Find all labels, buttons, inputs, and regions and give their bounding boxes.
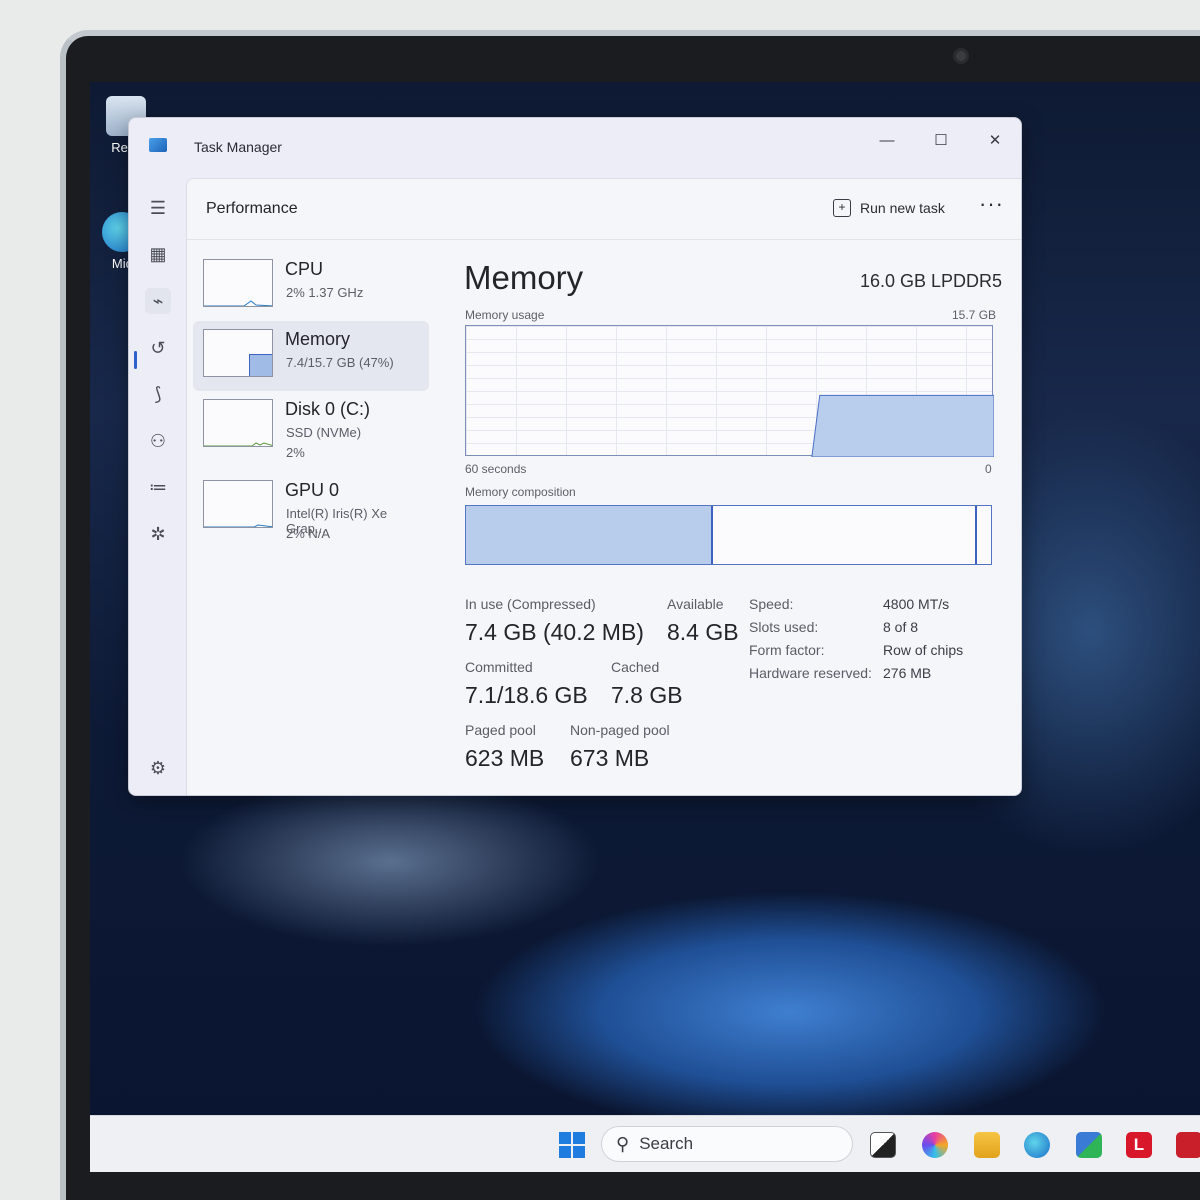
search-placeholder: Search: [639, 1134, 694, 1153]
composition-modified-segment: [975, 506, 978, 564]
memory-usage-label: Memory usage: [465, 308, 545, 322]
paged-pool-value: 623 MB: [465, 745, 545, 771]
settings-gear-icon[interactable]: ⚙: [145, 755, 171, 781]
run-new-task-label: Run new task: [860, 200, 945, 216]
cached-label: Cached: [611, 659, 660, 675]
memory-thumbnail-fill: [249, 354, 272, 376]
device-sub: 2% 1.37 GHz: [286, 285, 364, 300]
taskbar: ⚲ Search L: [90, 1115, 1200, 1172]
title-bar[interactable]: Task Manager — ☐ ✕: [129, 118, 1021, 178]
device-sub: SSD (NVMe): [286, 425, 362, 440]
memory-thumbnail-graph: [203, 329, 273, 377]
disk-sparkline: [204, 442, 272, 446]
details-icon[interactable]: ≔: [145, 474, 171, 500]
copilot-icon[interactable]: [922, 1132, 948, 1158]
webcam: [953, 48, 969, 64]
available-value: 8.4 GB: [667, 619, 739, 645]
file-explorer-icon[interactable]: [974, 1132, 1000, 1158]
device-name: GPU 0: [285, 480, 340, 500]
users-icon[interactable]: ⚇: [145, 428, 171, 454]
device-disk[interactable]: Disk 0 (C:) SSD (NVMe) 2%: [193, 391, 429, 461]
device-cpu[interactable]: CPU 2% 1.37 GHz: [193, 251, 429, 321]
gpu-thumbnail-graph: [203, 480, 273, 528]
taskbar-search[interactable]: ⚲ Search: [601, 1126, 853, 1162]
committed-label: Committed: [465, 659, 533, 675]
form-factor-value: Row of chips: [883, 642, 964, 658]
performance-icon[interactable]: ⌁: [145, 288, 171, 314]
edge-icon[interactable]: [1024, 1132, 1050, 1158]
more-options-button[interactable]: ···: [979, 191, 1004, 217]
non-paged-pool-value: 673 MB: [570, 745, 650, 771]
memory-usage-max: 15.7 GB: [952, 308, 997, 322]
non-paged-pool-label: Non-paged pool: [570, 722, 670, 738]
task-manager-icon: [149, 138, 167, 152]
device-name: Memory: [285, 329, 351, 349]
in-use-value: 7.4 GB (40.2 MB): [465, 619, 644, 645]
startup-apps-icon[interactable]: ⟆: [145, 381, 171, 407]
active-indicator: [134, 351, 137, 369]
speed-key: Speed:: [749, 596, 794, 612]
device-name: CPU: [285, 259, 324, 279]
processes-icon[interactable]: ▦: [145, 241, 171, 267]
graph-x-right-label: 0: [985, 462, 992, 476]
paged-pool-label: Paged pool: [465, 722, 536, 738]
hardware-reserved-key: Hardware reserved:: [749, 665, 872, 681]
memory-spec: 16.0 GB LPDDR5: [860, 271, 1003, 291]
composition-in-use-segment: [466, 506, 713, 564]
gpu-sparkline: [204, 524, 272, 527]
memory-composition-bar: [465, 505, 992, 565]
graph-x-left-label: 60 seconds: [465, 462, 527, 476]
run-task-icon: +: [833, 199, 851, 217]
mcafee-icon[interactable]: [1176, 1132, 1200, 1158]
search-icon: ⚲: [616, 1133, 630, 1154]
committed-value: 7.1/18.6 GB: [465, 682, 588, 708]
run-new-task-button[interactable]: + Run new task: [833, 199, 945, 217]
task-manager-window: Task Manager — ☐ ✕ ☰ ▦ ⌁ ↺ ⟆ ⚇ ≔ ✲ ⚙ Per…: [128, 117, 1022, 796]
store-icon[interactable]: [1076, 1132, 1102, 1158]
in-use-label: In use (Compressed): [465, 596, 596, 612]
memory-composition-label: Memory composition: [465, 485, 576, 499]
available-label: Available: [667, 596, 724, 612]
header-divider: [187, 239, 1021, 240]
device-sub2: 2%: [286, 445, 305, 460]
hardware-reserved-value: 276 MB: [883, 665, 932, 681]
cpu-thumbnail-graph: [203, 259, 273, 307]
memory-usage-graph: [465, 325, 994, 457]
maximize-button[interactable]: ☐: [923, 126, 959, 156]
app-history-icon[interactable]: ↺: [145, 335, 171, 361]
device-name: Disk 0 (C:): [285, 399, 370, 419]
nav-rail: ☰ ▦ ⌁ ↺ ⟆ ⚇ ≔ ✲ ⚙: [129, 178, 186, 795]
disk-thumbnail-graph: [203, 399, 273, 447]
slots-used-value: 8 of 8: [883, 619, 919, 635]
start-button[interactable]: [559, 1132, 585, 1158]
hamburger-menu-icon[interactable]: ☰: [145, 195, 171, 221]
speed-value: 4800 MT/s: [883, 596, 950, 612]
device-memory[interactable]: Memory 7.4/15.7 GB (47%): [193, 321, 429, 391]
minimize-button[interactable]: —: [869, 126, 905, 156]
windows-logo-icon: [559, 1132, 571, 1144]
task-view-icon[interactable]: [870, 1132, 896, 1158]
page-title: Performance: [206, 200, 298, 217]
performance-panel: Performance + Run new task ··· CPU 2% 1.…: [186, 178, 1021, 795]
cpu-sparkline: [204, 300, 272, 306]
lenovo-vantage-icon[interactable]: L: [1126, 1132, 1152, 1158]
window-title: Task Manager: [194, 139, 282, 155]
device-sub2: 2% N/A: [286, 526, 331, 541]
close-button[interactable]: ✕: [977, 126, 1013, 156]
form-factor-key: Form factor:: [749, 642, 825, 658]
memory-heading: Memory: [464, 259, 584, 296]
slots-used-key: Slots used:: [749, 619, 819, 635]
cached-value: 7.8 GB: [611, 682, 683, 708]
device-gpu[interactable]: GPU 0 Intel(R) Iris(R) Xe Grap... 2% N/A: [193, 472, 429, 542]
memory-usage-area: [811, 394, 994, 457]
services-icon[interactable]: ✲: [145, 521, 171, 547]
device-sub: 7.4/15.7 GB (47%): [286, 355, 394, 370]
